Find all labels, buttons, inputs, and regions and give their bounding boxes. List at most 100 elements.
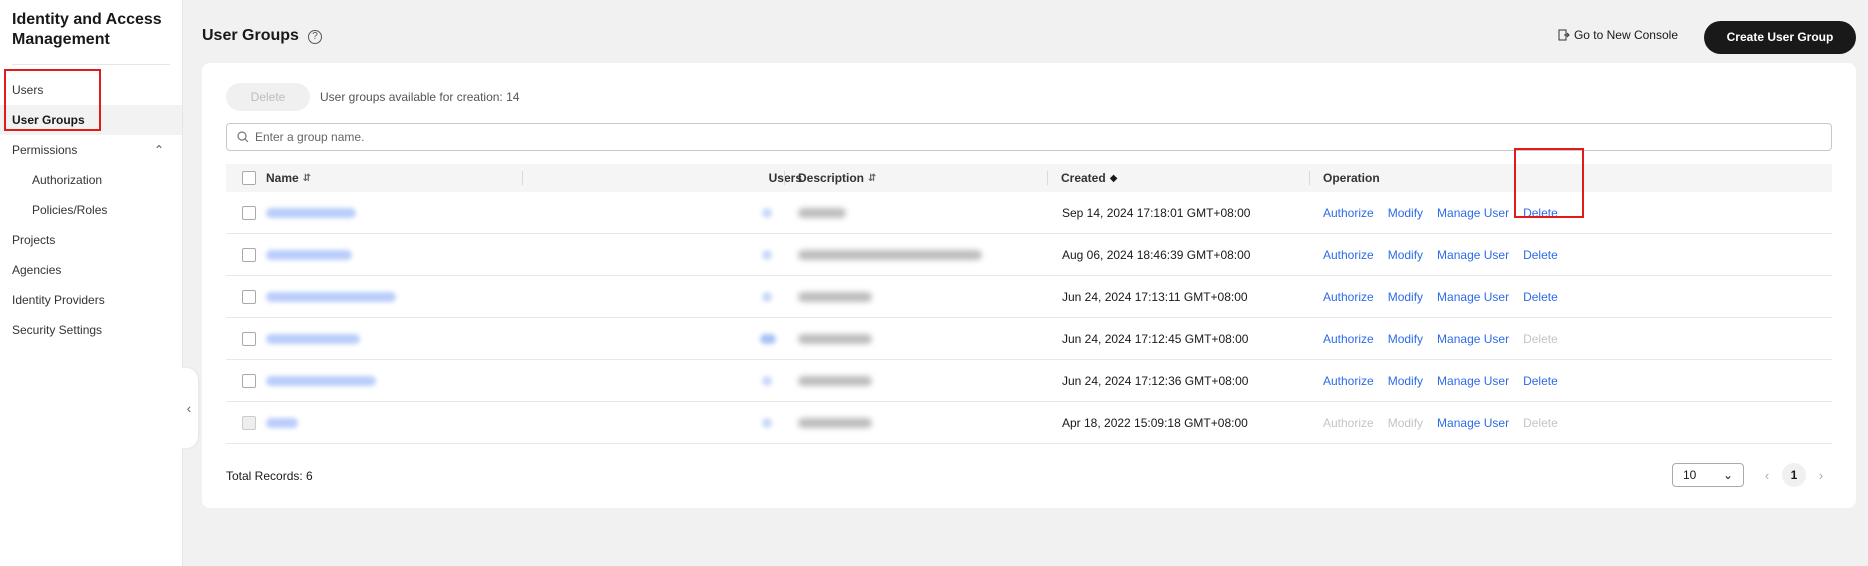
authorize-link[interactable]: Authorize	[1323, 290, 1374, 304]
delete-link[interactable]: Delete	[1523, 374, 1558, 388]
group-name-link[interactable]	[266, 249, 352, 260]
modify-link[interactable]: Modify	[1388, 290, 1423, 304]
pagination: 10 ⌄ ‹ 1 ›	[1672, 463, 1832, 487]
column-name-label: Name	[266, 171, 299, 185]
search-icon	[237, 131, 249, 143]
group-description	[798, 249, 982, 260]
page-title: User Groups	[202, 27, 299, 44]
group-name-link[interactable]	[266, 417, 298, 428]
new-console-label: Go to New Console	[1573, 28, 1678, 42]
delete-link: Delete	[1523, 415, 1558, 430]
column-header-users: Users	[768, 171, 802, 185]
sidebar-item-identity-providers[interactable]: Identity Providers	[0, 285, 182, 315]
created-time: Jun 24, 2024 17:13:11 GMT+08:00	[1062, 289, 1248, 304]
operation-links: Authorize Modify Manage User Delete	[1323, 234, 1572, 275]
modify-link[interactable]: Modify	[1388, 206, 1423, 220]
manage-user-link[interactable]: Manage User	[1437, 332, 1509, 346]
sidebar-item-permissions[interactable]: Permissions ⌃	[0, 135, 182, 165]
operation-links: Authorize Modify Manage User Delete	[1323, 318, 1572, 359]
operation-links: Authorize Modify Manage User Delete	[1323, 360, 1572, 401]
group-name-link[interactable]	[266, 375, 376, 386]
table-row: Jun 24, 2024 17:13:11 GMT+08:00 Authoriz…	[226, 276, 1832, 318]
user-count	[762, 207, 772, 218]
authorize-link[interactable]: Authorize	[1323, 206, 1374, 220]
prev-page-icon[interactable]: ‹	[1756, 468, 1778, 483]
modify-link[interactable]: Modify	[1388, 248, 1423, 262]
sidebar-item-authorization[interactable]: Authorization	[0, 165, 182, 195]
row-checkbox[interactable]	[242, 247, 256, 262]
page-number[interactable]: 1	[1782, 463, 1806, 487]
help-icon[interactable]: ?	[308, 30, 322, 44]
group-name-link[interactable]	[266, 333, 360, 344]
group-description	[798, 375, 872, 386]
column-header-operation: Operation	[1323, 171, 1380, 185]
row-checkbox[interactable]	[242, 373, 256, 388]
sidebar-title: Identity and Access Management	[12, 11, 162, 48]
user-groups-card: Delete User groups available for creatio…	[202, 63, 1856, 508]
column-description-label: Description	[798, 171, 865, 185]
search-box[interactable]	[226, 123, 1832, 151]
column-created-label: Created	[1061, 171, 1106, 185]
delete-link[interactable]: Delete	[1523, 206, 1558, 220]
column-header-created[interactable]: Created ◆	[1061, 164, 1321, 192]
row-checkbox[interactable]	[242, 205, 256, 220]
column-divider	[784, 171, 785, 185]
table-header: Name ⇵ Users Description ⇵ Created ◆ Operat…	[226, 164, 1832, 192]
sidebar-item-policies-roles[interactable]: Policies/Roles	[0, 195, 182, 225]
manage-user-link[interactable]: Manage User	[1437, 416, 1509, 430]
authorize-link: Authorize	[1323, 415, 1374, 430]
go-to-new-console-link[interactable]: Go to New Console	[1558, 28, 1678, 42]
column-divider	[522, 171, 523, 185]
group-description	[798, 417, 872, 428]
user-count	[762, 375, 772, 386]
modify-link[interactable]: Modify	[1388, 374, 1423, 388]
delete-link[interactable]: Delete	[1523, 290, 1558, 304]
sort-icon: ⇵	[302, 172, 312, 184]
sort-icon: ⇵	[868, 172, 877, 184]
chevron-up-icon: ⌃	[153, 143, 164, 157]
search-input[interactable]	[255, 130, 1831, 144]
page-size-value: 10	[1683, 468, 1697, 482]
manage-user-link[interactable]: Manage User	[1437, 248, 1509, 262]
column-header-description[interactable]: Description ⇵	[798, 164, 1098, 192]
row-checkbox[interactable]	[242, 331, 256, 346]
sidebar-item-users[interactable]: Users	[0, 75, 182, 105]
toolbar: Delete User groups available for creatio…	[226, 83, 519, 111]
sidebar-item-agencies[interactable]: Agencies	[0, 255, 182, 285]
sidebar-item-user-groups[interactable]: User Groups	[0, 105, 182, 135]
user-count	[762, 417, 772, 428]
delete-link[interactable]: Delete	[1523, 248, 1558, 262]
sidebar-collapse-button[interactable]: ‹	[180, 368, 198, 448]
row-checkbox[interactable]	[242, 289, 256, 304]
delete-button[interactable]: Delete	[226, 83, 310, 111]
manage-user-link[interactable]: Manage User	[1437, 290, 1509, 304]
manage-user-link[interactable]: Manage User	[1437, 374, 1509, 388]
created-time: Apr 18, 2022 15:09:18 GMT+08:00	[1062, 415, 1248, 430]
group-description	[798, 291, 872, 302]
delete-link: Delete	[1523, 331, 1558, 346]
page-size-select[interactable]: 10 ⌄	[1672, 463, 1744, 487]
created-time: Sep 14, 2024 17:18:01 GMT+08:00	[1062, 205, 1251, 220]
authorize-link[interactable]: Authorize	[1323, 374, 1374, 388]
modify-link[interactable]: Modify	[1388, 332, 1423, 346]
sidebar: Identity and Access Management Users Use…	[0, 0, 183, 566]
authorize-link[interactable]: Authorize	[1323, 248, 1374, 262]
sidebar-nav: Users User Groups Permissions ⌃ Authoriz…	[0, 65, 182, 345]
group-name-link[interactable]	[266, 291, 396, 302]
table-row: Jun 24, 2024 17:12:45 GMT+08:00 Authoriz…	[226, 318, 1832, 360]
user-groups-table: Name ⇵ Users Description ⇵ Created ◆ Operat…	[226, 164, 1832, 444]
create-user-group-button[interactable]: Create User Group	[1704, 21, 1856, 54]
group-description	[798, 207, 846, 218]
authorize-link[interactable]: Authorize	[1323, 332, 1374, 346]
next-page-icon[interactable]: ›	[1810, 468, 1832, 483]
sidebar-item-permissions-label: Permissions	[12, 143, 78, 157]
column-header-name[interactable]: Name ⇵	[266, 164, 576, 192]
sidebar-item-projects[interactable]: Projects	[0, 225, 182, 255]
group-name-link[interactable]	[266, 207, 356, 218]
sidebar-item-security-settings[interactable]: Security Settings	[0, 315, 182, 345]
table-row: Sep 14, 2024 17:18:01 GMT+08:00 Authoriz…	[226, 192, 1832, 234]
operation-links: Authorize Modify Manage User Delete	[1323, 276, 1572, 317]
manage-user-link[interactable]: Manage User	[1437, 206, 1509, 220]
operation-links: Authorize Modify Manage User Delete	[1323, 192, 1572, 233]
select-all-checkbox[interactable]	[242, 171, 256, 185]
